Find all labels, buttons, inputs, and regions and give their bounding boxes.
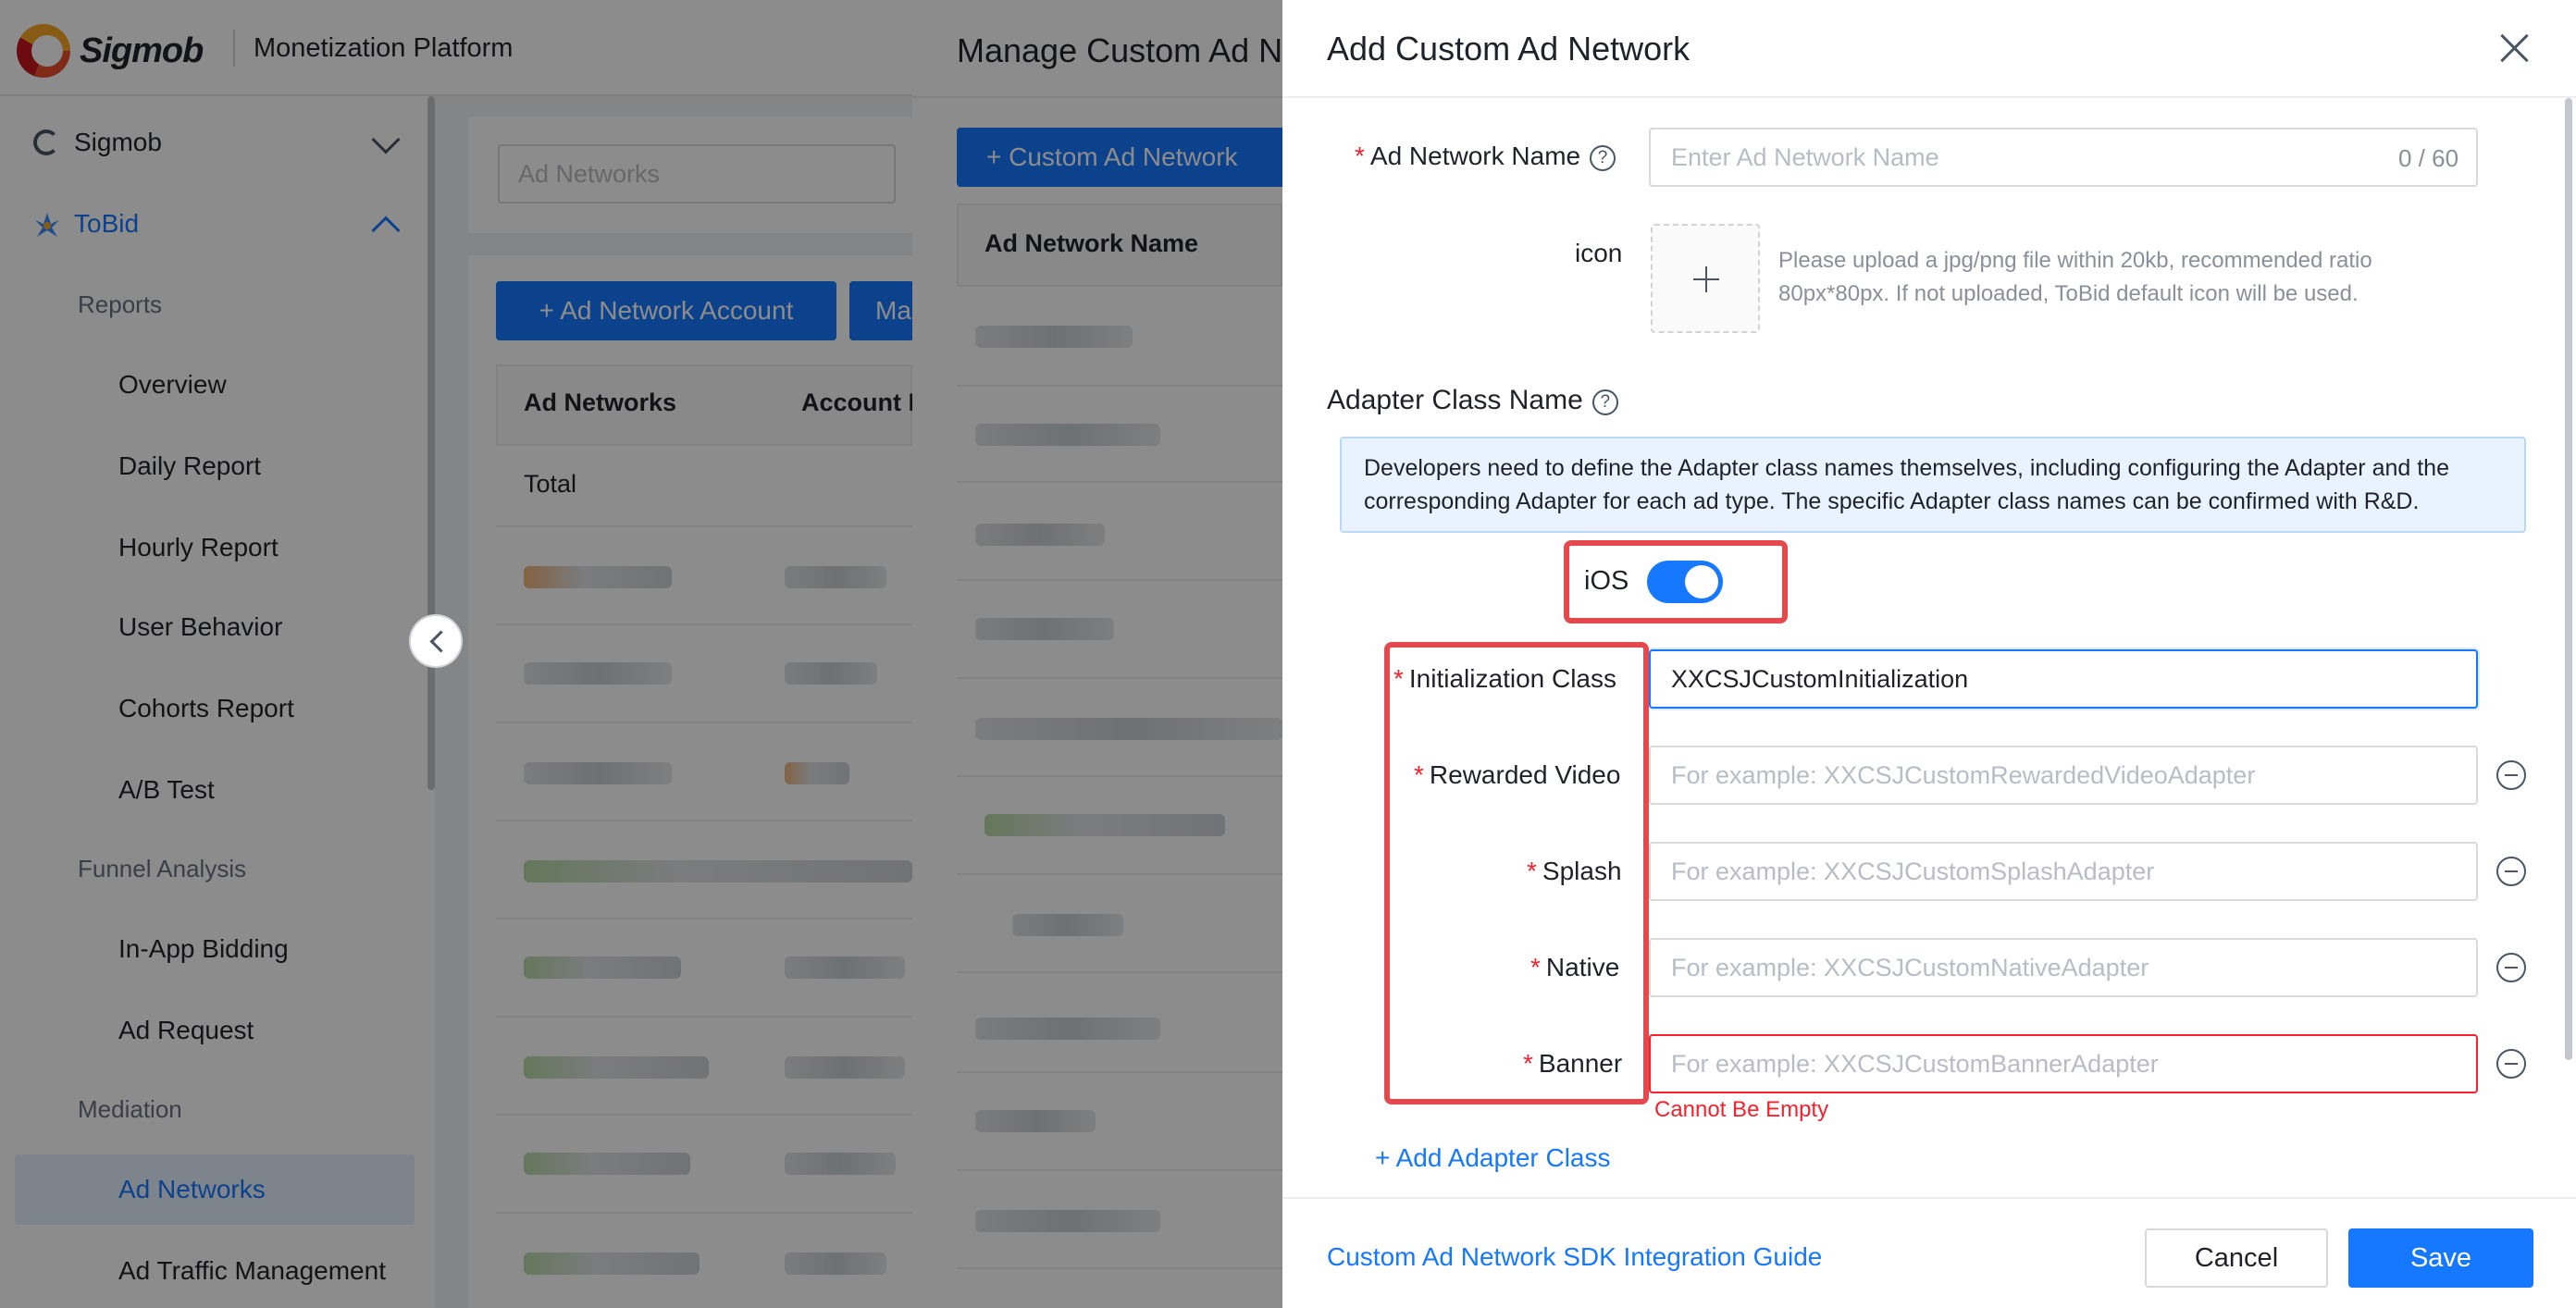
sidebar-collapse-button[interactable]: [409, 614, 463, 668]
drawer-scrollbar[interactable]: [2565, 98, 2572, 1060]
adapter-class-name-title: Adapter Class Name?: [1327, 385, 1618, 416]
remove-rewarded-minus-icon[interactable]: [2496, 760, 2526, 790]
remove-native-minus-icon[interactable]: [2496, 953, 2526, 982]
remove-splash-minus-icon[interactable]: [2496, 857, 2526, 886]
native-input[interactable]: For example: XXCSJCustomNativeAdapter: [1649, 938, 2478, 997]
drawer-header-divider: [1282, 96, 2576, 98]
required-mark: *: [1355, 142, 1365, 170]
adapter-info-alert: Developers need to define the Adapter cl…: [1340, 437, 2526, 533]
sdk-integration-guide-link[interactable]: Custom Ad Network SDK Integration Guide: [1327, 1242, 1822, 1272]
banner-input[interactable]: For example: XXCSJCustomBannerAdapter: [1649, 1034, 2478, 1093]
help-icon[interactable]: ?: [1591, 389, 1618, 415]
drawer-footer-divider: [1282, 1197, 2576, 1199]
upload-hint: Please upload a jpg/png file within 20kb…: [1778, 248, 2372, 306]
section-title-text: Adapter Class Name: [1327, 385, 1583, 415]
splash-input[interactable]: For example: XXCSJCustomSplashAdapter: [1649, 842, 2478, 901]
remove-banner-minus-icon[interactable]: [2496, 1049, 2526, 1079]
ad-network-name-label-text: Ad Network Name: [1369, 142, 1581, 170]
labels-highlight-box: [1384, 642, 1649, 1104]
ad-network-name-label: * Ad Network Name?: [1355, 142, 1616, 171]
help-icon[interactable]: ?: [1590, 145, 1616, 171]
ad-network-name-input[interactable]: Enter Ad Network Name: [1649, 128, 2478, 187]
ios-highlight-box: [1564, 540, 1788, 623]
initialization-class-input[interactable]: XXCSJCustomInitialization: [1649, 649, 2478, 709]
banner-error-text: Cannot Be Empty: [1654, 1097, 1829, 1122]
rewarded-video-input[interactable]: For example: XXCSJCustomRewardedVideoAda…: [1649, 746, 2478, 805]
add-adapter-class-link[interactable]: + Add Adapter Class: [1375, 1143, 1611, 1173]
drawer-title: Add Custom Ad Network: [1327, 30, 1690, 68]
icon-upload-plus-icon[interactable]: [1651, 224, 1760, 333]
icon-label: icon: [1575, 239, 1623, 267]
close-icon[interactable]: [2495, 28, 2535, 68]
save-button[interactable]: Save: [2348, 1228, 2533, 1288]
cancel-button[interactable]: Cancel: [2145, 1228, 2328, 1288]
name-char-counter: 0 / 60: [2398, 144, 2459, 172]
drawer-mask[interactable]: [912, 0, 1282, 1308]
